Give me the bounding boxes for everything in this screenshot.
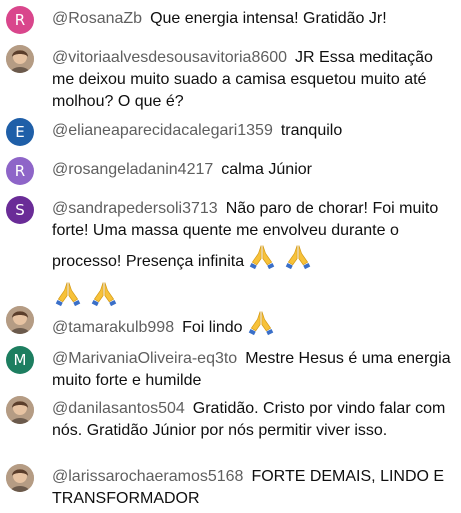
message-body: @rosangeladanin4217 calma Júnior (52, 159, 456, 181)
avatar[interactable]: M (6, 346, 34, 374)
praying-hands-icon (90, 279, 118, 307)
message-body: @elianeaparecidacalegari1359 tranquilo (52, 120, 456, 142)
praying-hands-icon (247, 308, 275, 336)
message-body: @larissarochaeramos5168 FORTE DEMAIS, LIN… (52, 466, 456, 510)
user-photo-icon (6, 45, 34, 73)
praying-hands-icon (284, 242, 312, 270)
avatar[interactable]: E (6, 118, 34, 146)
avatar[interactable]: R (6, 6, 34, 34)
message-body: @danilasantos504 Gratidão. Cristo por vin… (52, 398, 456, 442)
author-name[interactable]: @rosangeladanin4217 (52, 161, 213, 178)
author-name[interactable]: @danilasantos504 (52, 400, 185, 417)
avatar[interactable] (6, 464, 34, 492)
author-name[interactable]: @tamarakulb998 (52, 319, 174, 336)
praying-hands-icon (54, 279, 82, 307)
message-body: @sandrapedersoli3713 Não paro de chorar! … (52, 198, 456, 310)
user-photo-icon (6, 464, 34, 492)
message-body: @tamarakulb998 Foi lindo (52, 308, 456, 339)
avatar[interactable]: S (6, 196, 34, 224)
message-text: Foi lindo (182, 319, 243, 336)
avatar[interactable] (6, 396, 34, 424)
message-text: tranquilo (280, 122, 343, 139)
author-name[interactable]: @vitoriaalvesdesousavitoria8600 (52, 49, 287, 66)
avatar[interactable] (6, 45, 34, 73)
user-photo-icon (6, 396, 34, 424)
message-body: @RosanaZb Que energia intensa! Gratidão J… (52, 8, 456, 30)
user-photo-icon (6, 306, 34, 334)
avatar[interactable] (6, 306, 34, 334)
message-text: calma Júnior (221, 161, 312, 178)
message-body: @MarivaniaOliveira-eq3to Mestre Hesus é u… (52, 348, 456, 392)
author-name[interactable]: @RosanaZb (52, 10, 142, 27)
author-name[interactable]: @elianeaparecidacalegari1359 (52, 122, 273, 139)
author-name[interactable]: @larissarochaeramos5168 (52, 468, 243, 485)
message-text: Que energia intensa! Gratidão Jr! (150, 10, 387, 27)
avatar[interactable]: R (6, 157, 34, 185)
author-name[interactable]: @MarivaniaOliveira-eq3to (52, 350, 237, 367)
live-chat-list: R @RosanaZb Que energia intensa! Gratidão… (0, 0, 461, 513)
author-name[interactable]: @sandrapedersoli3713 (52, 200, 218, 217)
praying-hands-icon (248, 242, 276, 270)
message-body: @vitoriaalvesdesousavitoria8600 JR Essa m… (52, 47, 456, 113)
